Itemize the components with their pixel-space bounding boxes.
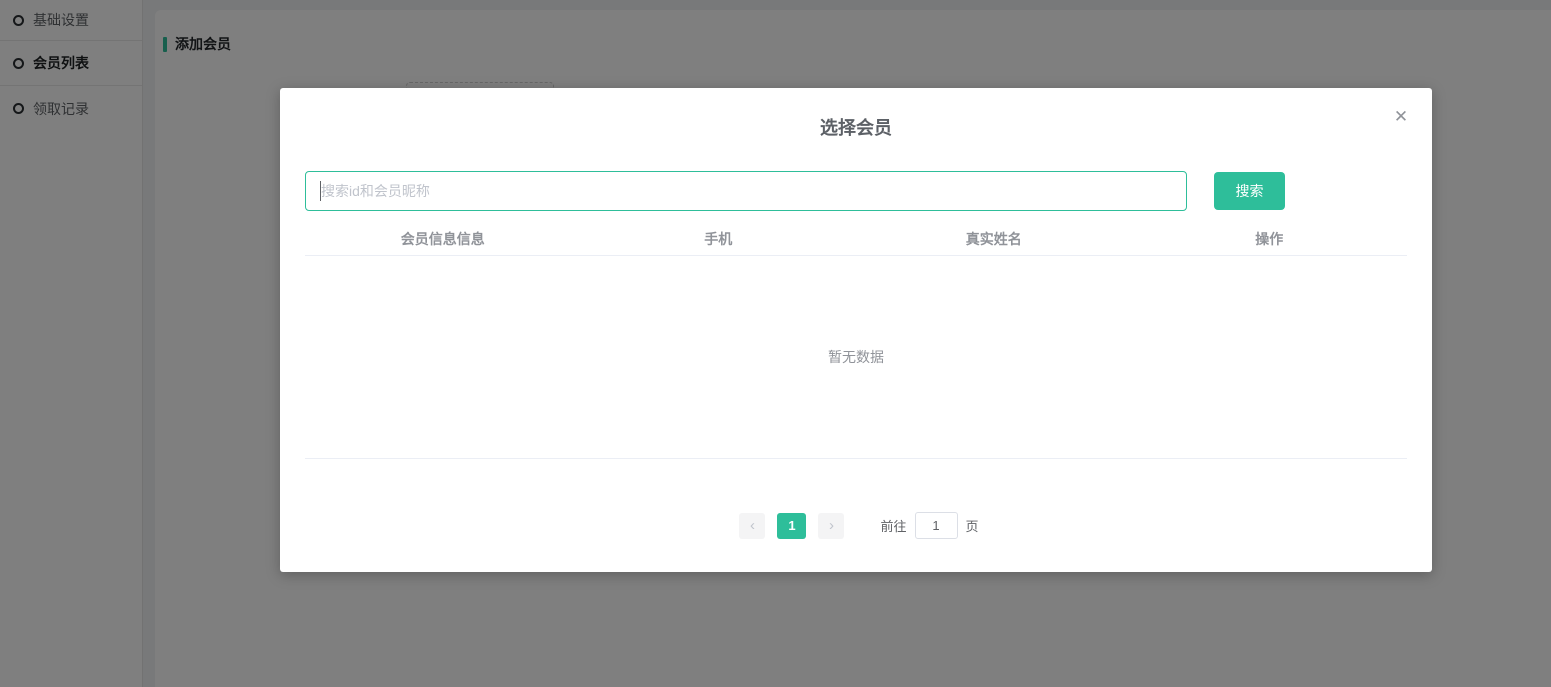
goto-label: 前往 xyxy=(880,519,907,534)
page-number-button[interactable]: 1 xyxy=(777,512,807,539)
select-member-modal: ✕ 选择会员 搜索 会员信息信息 手机 真实姓名 操作 暂无数据 ‹ 1 › 前… xyxy=(280,88,1432,572)
search-button[interactable]: 搜索 xyxy=(1214,172,1285,210)
goto-page-input[interactable] xyxy=(914,512,958,539)
column-header-actions: 操作 xyxy=(1255,230,1284,247)
text-caret xyxy=(320,181,321,201)
member-table: 会员信息信息 手机 真实姓名 操作 暂无数据 xyxy=(305,222,1407,459)
close-icon[interactable]: ✕ xyxy=(1390,106,1412,128)
search-input[interactable] xyxy=(305,171,1187,211)
search-input-wrap xyxy=(305,171,1187,211)
page-unit-label: 页 xyxy=(965,519,979,534)
next-page-button[interactable]: › xyxy=(818,512,845,539)
search-row: 搜索 xyxy=(305,171,1407,211)
table-header-row: 会员信息信息 手机 真实姓名 操作 xyxy=(305,222,1407,256)
page-jumper: 前往 页 xyxy=(880,512,979,539)
empty-data-text: 暂无数据 xyxy=(305,256,1407,459)
column-header-phone: 手机 xyxy=(704,230,733,247)
pagination: ‹ 1 › 前往 页 xyxy=(280,512,1432,539)
modal-title: 选择会员 xyxy=(820,118,892,138)
column-header-real-name: 真实姓名 xyxy=(965,230,1022,247)
prev-page-button[interactable]: ‹ xyxy=(739,512,766,539)
column-header-member-info: 会员信息信息 xyxy=(400,230,485,247)
screen: 基础设置 会员列表 领取记录 添加会员 选择会员 ✕ 选择会员 xyxy=(0,0,1551,687)
